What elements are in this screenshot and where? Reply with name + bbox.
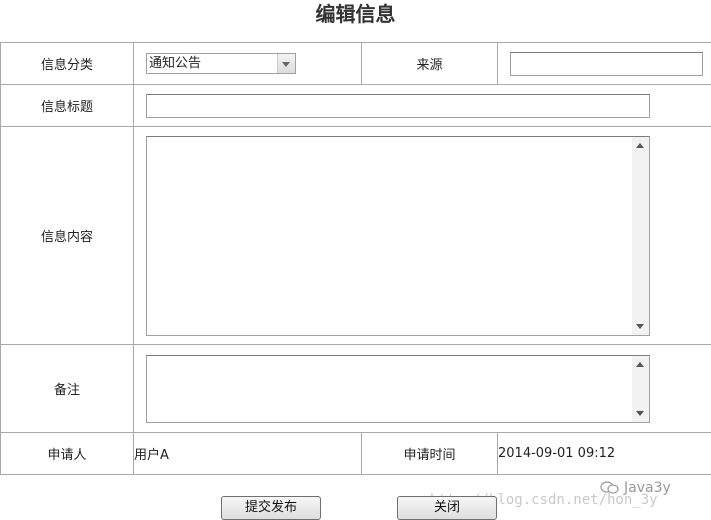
category-label: 信息分类 bbox=[0, 42, 134, 85]
scroll-up-icon[interactable] bbox=[636, 361, 644, 367]
apply-time-value: 2014-09-01 09:12 bbox=[497, 432, 711, 475]
remark-cell bbox=[133, 344, 711, 433]
content-textarea[interactable] bbox=[146, 135, 650, 336]
source-label: 来源 bbox=[361, 42, 498, 85]
applicant-label: 申请人 bbox=[0, 432, 134, 475]
source-input[interactable] bbox=[510, 51, 703, 76]
submit-button[interactable]: 提交发布 bbox=[221, 496, 321, 520]
content-cell bbox=[133, 126, 711, 345]
subject-input[interactable] bbox=[146, 93, 650, 118]
remark-scrollbar[interactable] bbox=[632, 355, 649, 422]
content-scrollbar[interactable] bbox=[632, 136, 649, 335]
scroll-up-icon[interactable] bbox=[636, 142, 644, 148]
subject-label: 信息标题 bbox=[0, 84, 134, 127]
source-cell bbox=[497, 42, 711, 85]
applicant-value: 用户A bbox=[133, 432, 362, 475]
remark-textarea[interactable] bbox=[146, 354, 650, 423]
watermark-logo: Java3y bbox=[600, 480, 671, 496]
chevron-down-icon[interactable] bbox=[277, 54, 295, 73]
page-title: 编辑信息 bbox=[315, 2, 396, 26]
remark-label: 备注 bbox=[0, 344, 134, 433]
wechat-icon bbox=[600, 481, 619, 494]
apply-time-label: 申请时间 bbox=[361, 432, 498, 475]
subject-cell bbox=[133, 84, 711, 127]
watermark-brand: Java3y bbox=[624, 480, 671, 496]
content-label: 信息内容 bbox=[0, 126, 134, 345]
category-select[interactable]: 通知公告 bbox=[146, 53, 296, 74]
edit-info-form: 信息分类 通知公告 来源 信息标题 信息内容 备注 申请人 用户A 申请时间 2… bbox=[0, 42, 711, 475]
close-button[interactable]: 关闭 bbox=[397, 496, 497, 520]
category-selected-value: 通知公告 bbox=[149, 56, 202, 71]
scroll-down-icon[interactable] bbox=[636, 323, 644, 329]
scroll-down-icon[interactable] bbox=[636, 410, 644, 416]
category-cell: 通知公告 bbox=[133, 42, 362, 85]
